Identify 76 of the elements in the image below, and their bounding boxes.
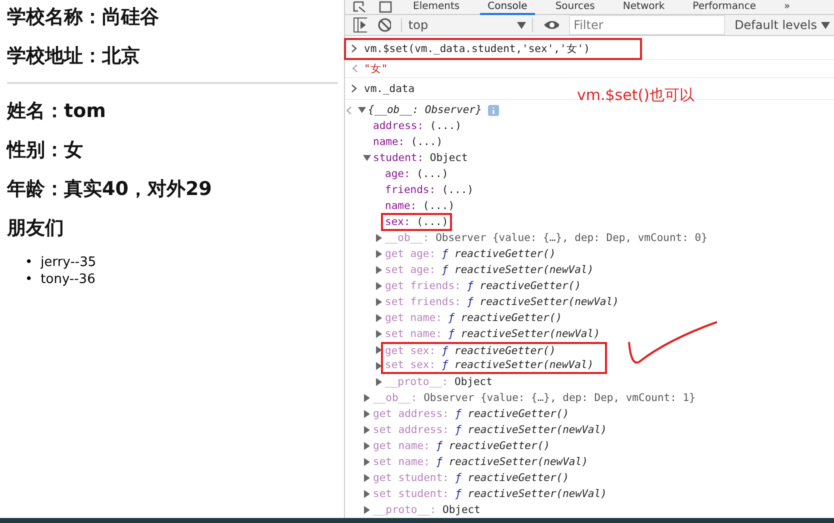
property-line: get age: ƒ reactiveGetter() bbox=[385, 247, 556, 261]
console-command: vm.$set(vm._data.student,'sex','女') bbox=[344, 38, 642, 60]
property-line: set name: ƒ reactiveSetter(newVal) bbox=[373, 455, 588, 469]
eye-icon[interactable] bbox=[542, 19, 559, 31]
expand-triangle-icon[interactable] bbox=[375, 234, 383, 242]
property-line: get address: ƒ reactiveGetter() bbox=[373, 407, 569, 421]
property-line: set name: ƒ reactiveSetter(newVal) bbox=[385, 327, 600, 341]
expand-triangle-icon[interactable] bbox=[363, 426, 371, 434]
annotation-note: vm.$set()也可以 bbox=[577, 86, 694, 105]
page-heading: 朋友们 bbox=[7, 216, 65, 241]
expand-triangle-icon[interactable] bbox=[363, 506, 371, 514]
more-tabs-button[interactable]: » bbox=[776, 0, 798, 14]
property-line: __proto__: Object bbox=[385, 375, 492, 389]
dropdown-caret-icon bbox=[821, 22, 830, 28]
expand-triangle-icon[interactable] bbox=[363, 474, 371, 482]
friend-item: jerry--35 bbox=[40, 254, 96, 271]
page-heading: 学校名称：尚硅谷 bbox=[7, 5, 160, 30]
property-line: set sex: ƒ reactiveSetter(newVal) bbox=[381, 358, 607, 374]
property-line: age: (...) bbox=[385, 167, 448, 181]
context-dropdown[interactable]: top bbox=[401, 18, 533, 32]
expand-triangle-icon[interactable] bbox=[375, 298, 383, 306]
log-levels-dropdown[interactable]: Default levels bbox=[734, 18, 830, 32]
property-line: {__ob__: Observer} bbox=[368, 103, 482, 117]
expand-triangle-icon[interactable] bbox=[363, 442, 371, 450]
prompt-chevron-icon bbox=[351, 84, 358, 93]
property-line: set friends: ƒ reactiveSetter(newVal) bbox=[385, 295, 619, 309]
filter-input[interactable]: Filter bbox=[568, 15, 725, 35]
property-line: get sex: ƒ reactiveGetter() bbox=[381, 342, 607, 358]
expand-triangle-icon[interactable] bbox=[375, 282, 383, 290]
expand-triangle-icon[interactable] bbox=[375, 362, 383, 370]
property-line: name: (...) bbox=[385, 199, 455, 213]
property-line: student: Object bbox=[373, 151, 468, 165]
property-line: get name: ƒ reactiveGetter() bbox=[373, 439, 550, 453]
expand-triangle-icon[interactable] bbox=[375, 314, 383, 322]
expand-triangle-icon[interactable] bbox=[363, 154, 371, 162]
expand-triangle-icon[interactable] bbox=[358, 106, 366, 114]
dropdown-caret-icon bbox=[516, 22, 526, 28]
devtools-tab[interactable]: Sources bbox=[547, 0, 603, 14]
property-line: set address: ƒ reactiveSetter(newVal) bbox=[373, 423, 607, 437]
property-line: address: (...) bbox=[373, 119, 462, 133]
expand-triangle-icon[interactable] bbox=[375, 266, 383, 274]
property-line: get student: ƒ reactiveGetter() bbox=[373, 471, 569, 485]
devtools-tab[interactable]: Network bbox=[614, 0, 673, 14]
console-command: vm._data bbox=[364, 82, 415, 94]
property-line: set student: ƒ reactiveSetter(newVal) bbox=[373, 487, 607, 501]
expand-triangle-icon[interactable] bbox=[375, 250, 383, 258]
property-line: get friends: ƒ reactiveGetter() bbox=[385, 279, 581, 293]
bullet-mark: • bbox=[25, 271, 33, 288]
device-icon[interactable] bbox=[379, 1, 393, 13]
page-heading: 姓名：tom bbox=[7, 99, 107, 124]
expand-triangle-icon[interactable] bbox=[363, 458, 371, 466]
devtools-tab[interactable]: Performance bbox=[684, 0, 764, 14]
expand-triangle-icon[interactable] bbox=[375, 330, 383, 338]
prompt-chevron-icon bbox=[351, 44, 358, 53]
expand-triangle-icon[interactable] bbox=[363, 394, 371, 402]
property-line: __ob__: Observer {value: {…}, dep: Dep, vmCount: 1} bbox=[373, 391, 696, 405]
expand-triangle-icon[interactable] bbox=[375, 346, 383, 354]
page-heading: 年龄：真实40，对外29 bbox=[7, 177, 213, 202]
property-line: friends: (...) bbox=[385, 183, 474, 197]
friend-item: tony--36 bbox=[40, 271, 96, 288]
property-line: set age: ƒ reactiveSetter(newVal) bbox=[385, 263, 594, 277]
page-heading: 性别：女 bbox=[7, 138, 84, 163]
property-line: get name: ƒ reactiveGetter() bbox=[385, 311, 562, 325]
expand-triangle-icon[interactable] bbox=[363, 410, 371, 418]
property-line: __ob__: Observer {value: {…}, dep: Dep, vmCount: 0} bbox=[385, 231, 708, 245]
page-heading: 学校地址：北京 bbox=[7, 44, 141, 69]
property-line: __proto__: Object bbox=[373, 503, 480, 517]
bullet-mark: • bbox=[25, 254, 33, 271]
console-result: "女" bbox=[364, 62, 388, 76]
expand-triangle-icon[interactable] bbox=[363, 490, 371, 498]
sidebar-toggle-icon[interactable] bbox=[353, 17, 368, 33]
property-line: name: (...) bbox=[373, 135, 443, 149]
devtools-tab[interactable]: Elements bbox=[405, 0, 468, 14]
clear-console-icon[interactable] bbox=[377, 17, 392, 33]
expand-triangle-icon[interactable] bbox=[375, 378, 383, 386]
inspect-icon[interactable] bbox=[353, 1, 367, 13]
